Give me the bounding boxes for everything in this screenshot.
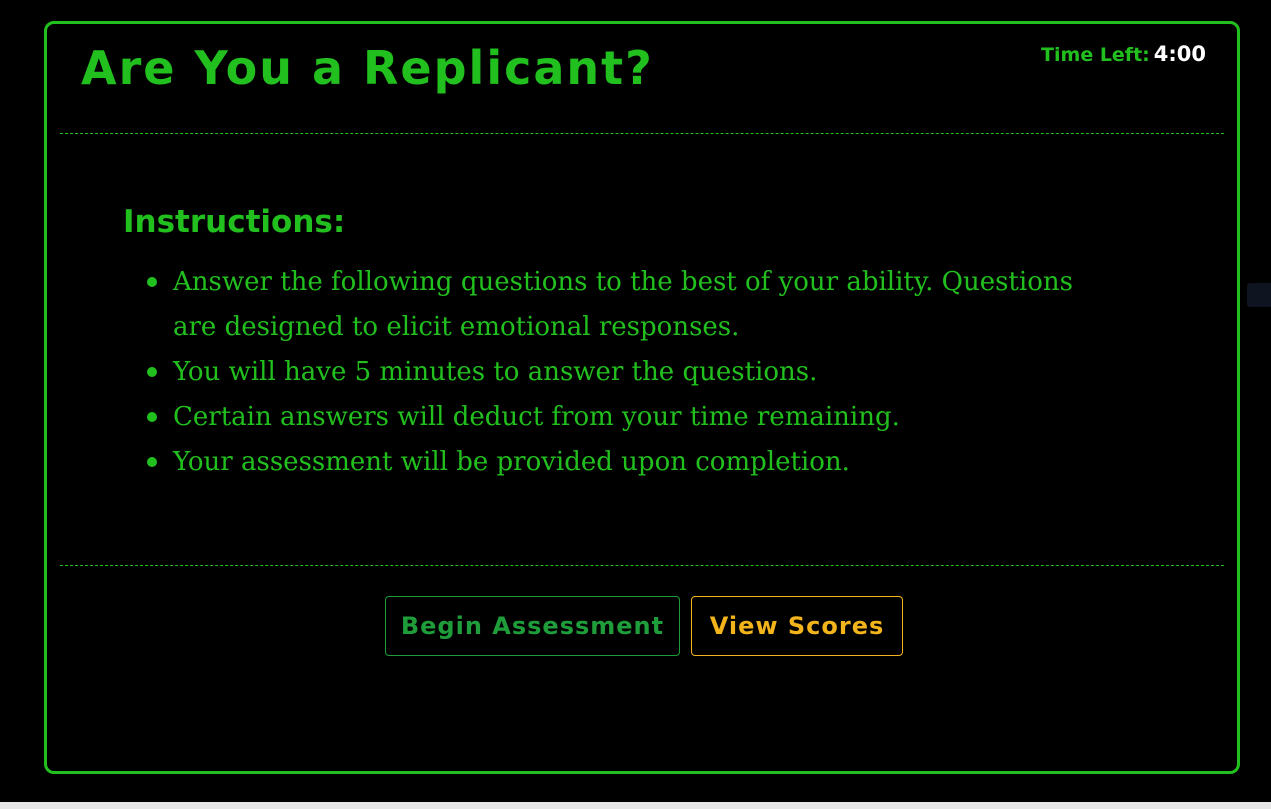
begin-assessment-button[interactable]: Begin Assessment <box>385 596 680 656</box>
instruction-text: Your assessment will be provided upon co… <box>173 447 850 477</box>
timer-label: Time Left: <box>1041 44 1150 66</box>
footer-divider <box>60 565 1224 566</box>
instruction-item: Your assessment will be provided upon co… <box>147 440 1123 485</box>
bullet-icon <box>147 367 157 377</box>
instruction-text: Certain answers will deduct from your ti… <box>173 402 900 432</box>
instructions-list: Answer the following questions to the be… <box>123 260 1123 485</box>
instruction-item: Answer the following questions to the be… <box>147 260 1123 350</box>
side-scroll-handle[interactable] <box>1247 283 1271 307</box>
view-scores-button[interactable]: View Scores <box>691 596 903 656</box>
action-buttons: Begin Assessment View Scores <box>47 596 1237 656</box>
bullet-icon <box>147 457 157 467</box>
instruction-text: You will have 5 minutes to answer the qu… <box>173 357 818 387</box>
assessment-card: Are You a Replicant? Time Left: 4:00 Inst… <box>44 21 1240 774</box>
instruction-text: Answer the following questions to the be… <box>173 267 1073 342</box>
timer-value: 4:00 <box>1153 42 1206 66</box>
header-divider <box>60 133 1224 134</box>
instruction-item: You will have 5 minutes to answer the qu… <box>147 350 1123 395</box>
instruction-item: Certain answers will deduct from your ti… <box>147 395 1123 440</box>
bullet-icon <box>147 277 157 287</box>
window-bottom-edge <box>0 802 1271 809</box>
page-title: Are You a Replicant? <box>81 41 654 95</box>
timer: Time Left: 4:00 <box>1041 42 1206 66</box>
bullet-icon <box>147 412 157 422</box>
instructions-heading: Instructions: <box>123 204 346 240</box>
